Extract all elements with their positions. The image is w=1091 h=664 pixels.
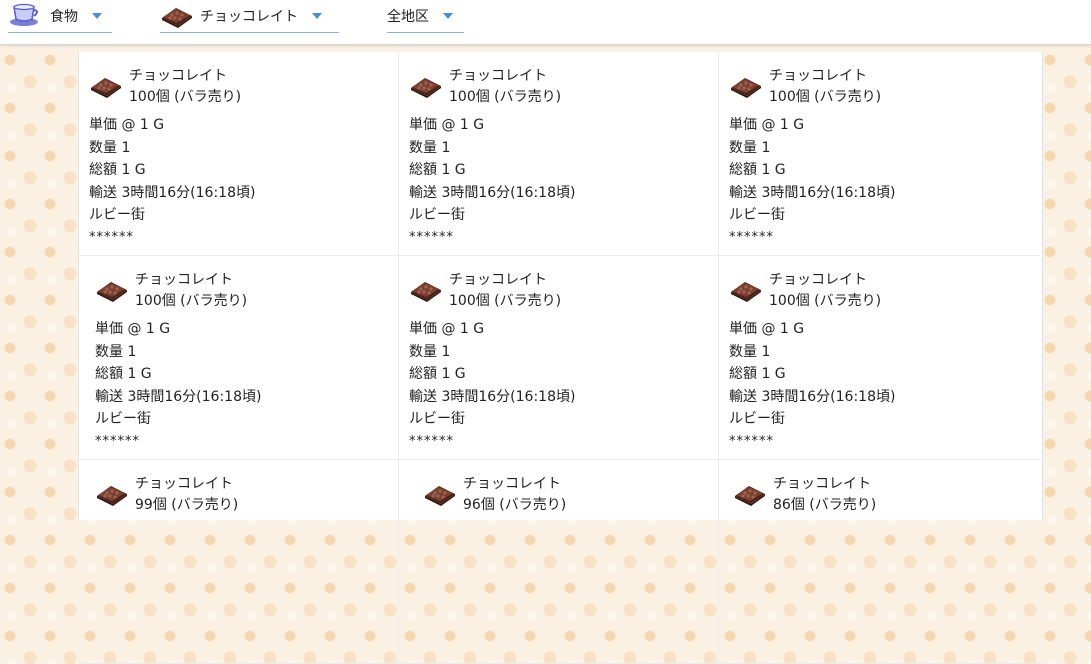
rating: ****** (89, 229, 134, 245)
seller-town: ルビー街 (729, 207, 785, 223)
chocolate-icon (423, 482, 457, 506)
count: 数量 1 (89, 139, 131, 156)
item-quantity: 100個 (バラ売り) (769, 293, 882, 309)
item-name: チョッコレイト (135, 272, 233, 288)
unit-price: 単価 @ 1 G (95, 321, 171, 337)
chevron-down-icon (443, 13, 453, 19)
listing-card[interactable]: チョッコレイト 100個 (バラ売り) 単価 @ 1 G 数量 1 総額 1 G… (719, 52, 1040, 256)
transport-time: 輸送 3時間16分(16:18頃) (729, 184, 896, 201)
total: 総額 1 G (409, 366, 466, 382)
rating: ****** (729, 229, 774, 245)
unit-price: 単価 @ 1 G (729, 321, 805, 337)
transport-time: 輸送 3時間16分(16:18頃) (729, 388, 896, 405)
chocolate-icon (729, 278, 763, 302)
unit-price: 単価 @ 1 G (409, 321, 485, 337)
item-name: チョッコレイト (769, 272, 867, 288)
category-select[interactable]: 食物 (8, 0, 112, 33)
top-filter-bar: 食物 チョッコレイト 全地区 (0, 0, 1091, 45)
item-name: チョッコレイト (463, 476, 561, 492)
count: 数量 1 (729, 343, 771, 360)
teacup-icon (8, 1, 44, 31)
item-name: チョッコレイト (769, 68, 867, 84)
item-name: チョッコレイト (449, 68, 547, 84)
listing-card[interactable]: チョッコレイト 86個 (バラ売り) (719, 460, 1040, 664)
chocolate-icon (95, 278, 129, 302)
chocolate-icon (95, 482, 129, 506)
unit-price: 単価 @ 1 G (89, 117, 165, 133)
region-select[interactable]: 全地区 (387, 0, 464, 33)
listing-card[interactable]: チョッコレイト 100個 (バラ売り) 単価 @ 1 G 数量 1 総額 1 G… (79, 256, 399, 460)
count: 数量 1 (409, 139, 451, 156)
listing-card[interactable]: チョッコレイト 96個 (バラ売り) (399, 460, 719, 664)
seller-town: ルビー街 (89, 207, 145, 223)
transport-time: 輸送 3時間16分(16:18頃) (95, 388, 262, 405)
chevron-down-icon (92, 13, 102, 19)
listing-card[interactable]: チョッコレイト 100個 (バラ売り) 単価 @ 1 G 数量 1 総額 1 G… (399, 256, 719, 460)
count: 数量 1 (409, 343, 451, 360)
listings-grid: チョッコレイト 100個 (バラ売り) 単価 @ 1 G 数量 1 総額 1 G… (79, 52, 1042, 664)
seller-town: ルビー街 (409, 411, 465, 427)
total: 総額 1 G (89, 162, 146, 178)
item-quantity: 100個 (バラ売り) (129, 89, 242, 105)
item-quantity: 96個 (バラ売り) (463, 497, 567, 513)
transport-time: 輸送 3時間16分(16:18頃) (409, 184, 576, 201)
item-name: チョッコレイト (449, 272, 547, 288)
listing-card[interactable]: チョッコレイト 100個 (バラ売り) 単価 @ 1 G 数量 1 総額 1 G… (79, 52, 399, 256)
rating: ****** (409, 229, 454, 245)
item-name: チョッコレイト (135, 476, 233, 492)
listing-card[interactable]: チョッコレイト 100個 (バラ売り) 単価 @ 1 G 数量 1 総額 1 G… (719, 256, 1040, 460)
item-name: チョッコレイト (129, 68, 227, 84)
item-quantity: 86個 (バラ売り) (773, 497, 877, 513)
category-label: 食物 (50, 9, 78, 25)
chocolate-icon (89, 74, 123, 98)
item-label: チョッコレイト (200, 9, 298, 25)
total: 総額 1 G (95, 366, 152, 382)
transport-time: 輸送 3時間16分(16:18頃) (89, 184, 256, 201)
count: 数量 1 (95, 343, 137, 360)
chocolate-icon (409, 74, 443, 98)
item-quantity: 100個 (バラ売り) (449, 293, 562, 309)
chevron-down-icon (312, 13, 322, 19)
item-quantity: 100個 (バラ売り) (135, 293, 248, 309)
chocolate-icon (729, 74, 763, 98)
chocolate-icon (160, 4, 194, 28)
chocolate-icon (409, 278, 443, 302)
item-name: チョッコレイト (773, 476, 871, 492)
total: 総額 1 G (729, 366, 786, 382)
item-quantity: 99個 (バラ売り) (135, 497, 239, 513)
listing-card[interactable]: チョッコレイト 99個 (バラ売り) (79, 460, 399, 664)
listing-card[interactable]: チョッコレイト 100個 (バラ売り) 単価 @ 1 G 数量 1 総額 1 G… (399, 52, 719, 256)
seller-town: ルビー街 (409, 207, 465, 223)
item-quantity: 100個 (バラ売り) (769, 89, 882, 105)
unit-price: 単価 @ 1 G (729, 117, 805, 133)
seller-town: ルビー街 (729, 411, 785, 427)
listings-panel: チョッコレイト 100個 (バラ売り) 単価 @ 1 G 数量 1 総額 1 G… (78, 52, 1043, 664)
item-select[interactable]: チョッコレイト (160, 0, 339, 33)
seller-town: ルビー街 (95, 411, 151, 427)
total: 総額 1 G (409, 162, 466, 178)
rating: ****** (409, 433, 454, 449)
rating: ****** (729, 433, 774, 449)
transport-time: 輸送 3時間16分(16:18頃) (409, 388, 576, 405)
rating: ****** (95, 433, 140, 449)
chocolate-icon (733, 482, 767, 506)
item-quantity: 100個 (バラ売り) (449, 89, 562, 105)
unit-price: 単価 @ 1 G (409, 117, 485, 133)
total: 総額 1 G (729, 162, 786, 178)
region-label: 全地区 (387, 9, 429, 25)
count: 数量 1 (729, 139, 771, 156)
